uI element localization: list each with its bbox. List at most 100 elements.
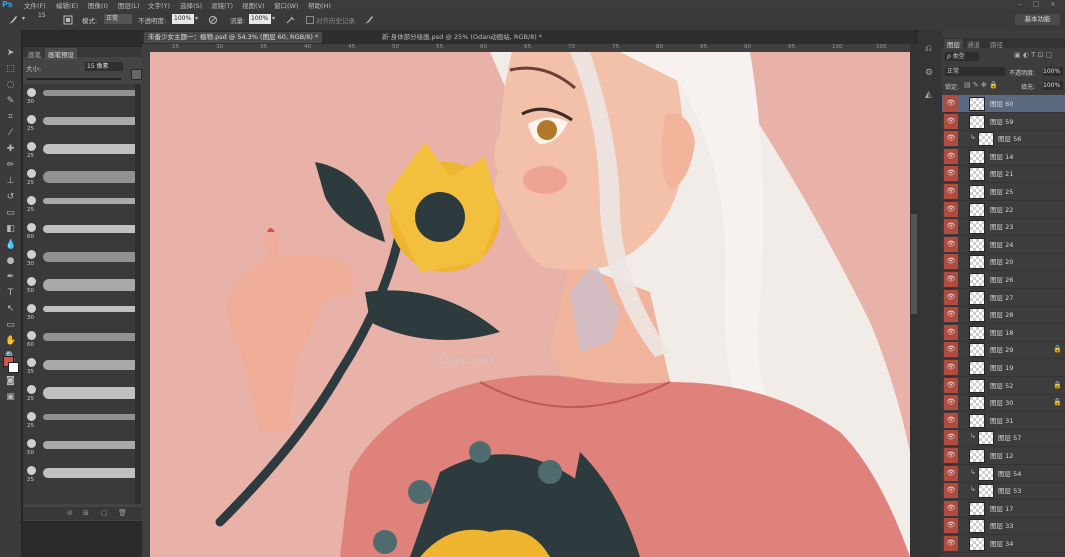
layer-row[interactable]: 👁 图层 30 🔒 — [942, 394, 1065, 413]
brush-tip-icon[interactable] — [27, 304, 36, 313]
brush-stroke-preview[interactable] — [43, 90, 139, 96]
layer-row[interactable]: 👁 图层 60 — [942, 95, 1065, 113]
crop-tool-icon[interactable]: ⌗ — [5, 112, 16, 123]
brush-stroke-preview[interactable] — [43, 360, 139, 370]
gradient-tool-icon[interactable]: ◧ — [5, 224, 16, 235]
layer-row[interactable]: 👁 图层 59 — [942, 113, 1065, 131]
adjustments-icon[interactable]: ◭ — [925, 90, 932, 100]
visibility-eye-icon[interactable]: 👁 — [944, 448, 958, 463]
brush-stroke-preview[interactable] — [43, 144, 139, 154]
new-brush-icon[interactable]: ▢ — [101, 509, 108, 517]
flow-dropdown-icon[interactable]: ▾ — [272, 15, 275, 22]
lasso-tool-icon[interactable]: ◌ — [5, 80, 16, 91]
tab-brush[interactable]: 画笔 — [25, 48, 44, 60]
layer-row[interactable]: 👁 图层 52 🔒 — [942, 377, 1065, 395]
layer-row[interactable]: 👁 ↳ 图层 54 — [942, 465, 1065, 483]
layer-row[interactable]: 👁 图层 22 — [942, 201, 1065, 219]
visibility-eye-icon[interactable]: 👁 — [944, 500, 958, 516]
layer-row[interactable]: 👁 图层 20 — [942, 253, 1065, 272]
align-history-checkbox[interactable] — [306, 16, 314, 24]
brush-tip-icon[interactable] — [27, 358, 36, 367]
marquee-tool-icon[interactable]: ⬚ — [5, 64, 16, 75]
menu-image[interactable]: 图像(I) — [88, 0, 108, 10]
visibility-eye-icon[interactable]: 👁 — [944, 395, 958, 411]
layer-filter-select[interactable]: ρ 类型 — [945, 52, 979, 61]
layer-row[interactable]: 👁 图层 29 🔒 — [942, 341, 1065, 360]
brush-preset-list[interactable]: 30 25 25 25 25 60 30 50 30 60 35 25 25 50 25 — [23, 84, 139, 504]
visibility-eye-icon[interactable]: 👁 — [944, 324, 958, 340]
hand-tool-icon[interactable]: ✋ — [5, 336, 16, 347]
filter-icons[interactable]: ▣ ◐ T ⊡ ▢ — [1014, 51, 1052, 59]
brush-stroke-preview[interactable] — [43, 333, 139, 341]
visibility-eye-icon[interactable]: 👁 — [944, 377, 958, 393]
move-tool-icon[interactable]: ➤ — [5, 48, 16, 59]
visibility-eye-icon[interactable]: 👁 — [944, 184, 958, 199]
grid-icon[interactable]: ⊞ — [83, 509, 89, 517]
layer-row[interactable]: 👁 图层 17 — [942, 500, 1065, 518]
screen-mode-icon[interactable]: ▣ — [5, 392, 16, 403]
brush-tip-icon[interactable] — [27, 466, 36, 475]
layer-row[interactable]: 👁 图层 19 — [942, 359, 1065, 377]
history-brush-icon[interactable]: ↺ — [5, 192, 16, 203]
brush-tool-icon[interactable] — [8, 15, 18, 25]
brush-tip-icon[interactable] — [27, 88, 36, 97]
brush-tip-icon[interactable] — [27, 196, 36, 205]
visibility-eye-icon[interactable]: 👁 — [944, 201, 958, 217]
menu-file[interactable]: 文件(F) — [24, 0, 46, 10]
visibility-eye-icon[interactable]: 👁 — [944, 272, 958, 287]
blend-mode-select[interactable]: 正常 — [945, 67, 1005, 76]
chevron-down-icon[interactable]: ▾ — [22, 15, 25, 22]
visibility-eye-icon[interactable]: 👁 — [944, 483, 958, 499]
visibility-eye-icon[interactable]: 👁 — [944, 289, 958, 305]
brush-tip-icon[interactable] — [27, 439, 36, 448]
maximize-icon[interactable]: □ — [1033, 0, 1040, 8]
pressure-size-icon[interactable] — [364, 15, 374, 25]
brush-panel-toggle-icon[interactable] — [63, 15, 73, 25]
layer-row[interactable]: 👁 图层 33 — [942, 517, 1065, 536]
airbrush-icon[interactable] — [286, 15, 296, 25]
mode-select[interactable]: 正常 — [104, 14, 132, 24]
tab-document-active[interactable]: 未备少女主题一：植物.psd @ 54.3% (图层 60, RGB/8) * — [144, 32, 323, 43]
layer-row[interactable]: 👁 ↳ 图层 53 — [942, 482, 1065, 501]
menu-layer[interactable]: 图层(L) — [118, 0, 140, 10]
tab-channels[interactable]: 通道 — [967, 39, 980, 49]
fill-input[interactable]: 100% — [1043, 81, 1063, 90]
layer-row[interactable]: 👁 图层 23 — [942, 218, 1065, 237]
layer-row[interactable]: 👁 ↳ 图层 57 — [942, 429, 1065, 448]
brush-tool-icon[interactable]: ✏ — [5, 160, 16, 171]
toggle-preview-icon[interactable]: ⊘ — [67, 509, 73, 517]
brush-tip-icon[interactable] — [27, 223, 36, 232]
shape-tool-icon[interactable]: ▭ — [5, 320, 16, 331]
history-icon[interactable]: ⎌ — [925, 44, 932, 54]
visibility-eye-icon[interactable]: 👁 — [944, 236, 958, 252]
layer-row[interactable]: 👁 图层 34 — [942, 535, 1065, 553]
stamp-tool-icon[interactable]: ⊥ — [5, 176, 16, 187]
brush-stroke-preview[interactable] — [43, 117, 139, 125]
layer-row[interactable]: 👁 图层 27 — [942, 289, 1065, 307]
brush-stroke-preview[interactable] — [43, 414, 139, 420]
layer-row[interactable]: 👁 图层 18 — [942, 324, 1065, 342]
brush-stroke-preview[interactable] — [43, 279, 139, 291]
menu-filter[interactable]: 滤镜(T) — [211, 0, 233, 10]
brush-tip-icon[interactable] — [27, 115, 36, 124]
visibility-eye-icon[interactable]: 👁 — [944, 536, 958, 551]
brush-stroke-preview[interactable] — [43, 468, 139, 478]
visibility-eye-icon[interactable]: 👁 — [944, 307, 958, 323]
canvas-scrollbar[interactable] — [910, 44, 918, 557]
tab-document-inactive[interactable]: 新·身体部分绘画.psd @ 25% (Odan动画站, RGB/8) * — [378, 32, 546, 43]
brush-tip-icon[interactable] — [27, 250, 36, 259]
opacity-input[interactable]: 100% — [172, 14, 194, 24]
layer-row[interactable]: 👁 图层 26 — [942, 271, 1065, 289]
close-icon[interactable]: × — [1050, 0, 1056, 8]
layer-row[interactable]: 👁 图层 24 — [942, 236, 1065, 254]
brush-stroke-preview[interactable] — [43, 441, 139, 449]
brush-stroke-preview[interactable] — [43, 387, 139, 399]
menu-help[interactable]: 帮助(H) — [308, 0, 331, 10]
dodge-tool-icon[interactable]: ● — [5, 256, 16, 267]
flow-input[interactable]: 100% — [249, 14, 271, 24]
blur-tool-icon[interactable]: 💧 — [5, 240, 16, 251]
layer-row[interactable]: 👁 图层 25 — [942, 183, 1065, 201]
layer-row[interactable]: 👁 图层 28 — [942, 306, 1065, 325]
pressure-opacity-icon[interactable] — [208, 15, 218, 25]
pen-tool-icon[interactable]: ✒ — [5, 272, 16, 283]
